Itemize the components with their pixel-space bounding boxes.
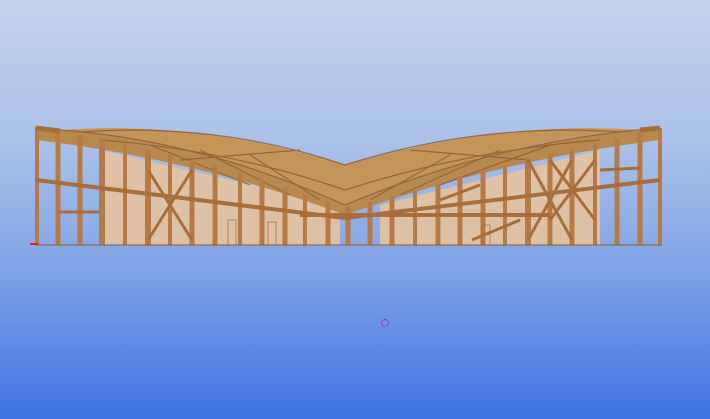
- timber-frame-model: [35, 125, 662, 246]
- origin-axis-icon: [30, 243, 38, 245]
- target-circle-icon[interactable]: [381, 319, 389, 327]
- 3d-viewport[interactable]: [0, 0, 710, 419]
